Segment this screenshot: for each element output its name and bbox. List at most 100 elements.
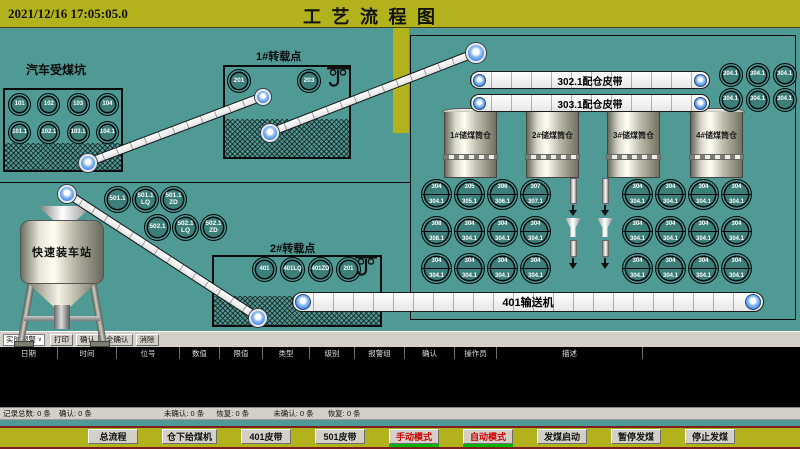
- device-circle[interactable]: 304304.1: [622, 216, 653, 247]
- device-circle[interactable]: 304304.1: [721, 253, 752, 284]
- nav-button[interactable]: 暂停发煤: [611, 429, 661, 444]
- device-circle[interactable]: 502.1ZD: [200, 214, 227, 241]
- device-circle[interactable]: 203: [297, 69, 321, 93]
- device-circle[interactable]: 304304.1: [487, 253, 518, 284]
- device-circle[interactable]: 305305.1: [454, 179, 485, 210]
- device-circle[interactable]: 102: [37, 93, 60, 116]
- device-circle[interactable]: 304304.1: [454, 253, 485, 284]
- bottom-nav-bar: 总流程 仓下给煤机 401皮带 501皮带 手动模式 自动模式 发煤启动 暂停发煤 停止发煤: [0, 426, 800, 449]
- silo-band: [606, 154, 661, 160]
- device-circle[interactable]: 304304.1: [520, 253, 551, 284]
- device-circle[interactable]: 308308.1: [421, 216, 452, 247]
- device-circle[interactable]: 401: [252, 257, 277, 282]
- device-circle[interactable]: 304.1: [773, 88, 797, 112]
- device-circle[interactable]: 101: [8, 93, 31, 116]
- device-circle[interactable]: 201: [227, 69, 251, 93]
- device-circle[interactable]: 304304.1: [655, 179, 686, 210]
- alarm-status-item: 未确认: 0 条: [164, 408, 204, 419]
- device-circle[interactable]: 304304.1: [721, 216, 752, 247]
- device-circle[interactable]: 501.1: [104, 186, 131, 213]
- transfer1-label: 1#转载点: [256, 48, 301, 64]
- alarm-table-body[interactable]: [0, 359, 800, 407]
- down-arrow-icon: [601, 263, 609, 269]
- device-circle[interactable]: 103: [67, 93, 90, 116]
- nav-button[interactable]: 501皮带: [315, 429, 365, 444]
- nav-button[interactable]: 手动模式: [389, 429, 439, 444]
- alarm-column-header: 时间: [58, 347, 117, 359]
- silo-2: 2#储煤筒仓: [526, 108, 579, 178]
- nav-button[interactable]: 停止发煤: [685, 429, 735, 444]
- station-foot: [90, 341, 110, 347]
- device-circle[interactable]: 103.1: [67, 121, 90, 144]
- pulley-icon: [473, 97, 486, 110]
- device-circle[interactable]: 304.1: [746, 63, 770, 87]
- nav-button[interactable]: 发煤启动: [537, 429, 587, 444]
- silo-label: 3#储煤筒仓: [607, 130, 660, 141]
- device-circle[interactable]: 304304.1: [688, 216, 719, 247]
- device-circle[interactable]: 304304.1: [421, 179, 452, 210]
- device-circle[interactable]: 304304.1: [622, 253, 653, 284]
- alarm-column-header: 类型: [263, 347, 310, 359]
- nav-button[interactable]: 总流程: [88, 429, 138, 444]
- device-circle[interactable]: 502.1: [144, 214, 171, 241]
- belt-401[interactable]: 401输送机: [292, 292, 764, 312]
- belt-label: 302.1配仓皮带: [557, 73, 622, 88]
- funnel-icon: [597, 218, 613, 237]
- device-circle[interactable]: 304.1: [746, 88, 770, 112]
- device-circle[interactable]: 102.1: [37, 121, 60, 144]
- alarm-status-item: 记录总数: 0 条: [3, 408, 51, 419]
- nav-button[interactable]: 仓下给煤机: [162, 429, 217, 444]
- belt-303[interactable]: 303.1配仓皮带: [470, 94, 710, 112]
- device-circle[interactable]: 401ZD: [308, 257, 333, 282]
- device-circle[interactable]: 304304.1: [520, 216, 551, 247]
- station-foot: [14, 341, 34, 347]
- feeder-grid-right: 304304.1304304.1304304.1304304.1304304.1…: [621, 176, 753, 287]
- pulley-icon: [249, 309, 267, 327]
- process-diagram: 汽车受煤坑 101102103104101.1102.1103.1104.1 1…: [0, 28, 800, 331]
- device-circle[interactable]: 304304.1: [487, 216, 518, 247]
- device-circle[interactable]: 307307.1: [520, 179, 551, 210]
- alarm-column-header: 级别: [310, 347, 355, 359]
- device-circle[interactable]: 501.1LQ: [132, 186, 159, 213]
- device-circle[interactable]: 304304.1: [421, 253, 452, 284]
- feeder-grid-left: 304304.1305305.1306306.1307307.1308308.1…: [420, 176, 552, 287]
- transfer1-device-group: 201 203: [227, 69, 321, 93]
- belt-302[interactable]: 302.1配仓皮带: [470, 71, 710, 89]
- group-502: 502.1502.1LQ502.1ZD: [144, 214, 227, 241]
- device-circle[interactable]: 304.1: [719, 63, 743, 87]
- separator-strip: [0, 419, 800, 426]
- device-circle[interactable]: 104.1: [96, 121, 119, 144]
- device-circle[interactable]: 304304.1: [721, 179, 752, 210]
- device-circle[interactable]: 104: [96, 93, 119, 116]
- belt-label: 303.1配仓皮带: [557, 96, 622, 111]
- alarm-column-header: 报警组: [355, 347, 405, 359]
- silo-1: 1#储煤筒仓: [444, 108, 497, 178]
- device-circle[interactable]: 502.1LQ: [172, 214, 199, 241]
- device-circle[interactable]: 306306.1: [487, 179, 518, 210]
- alarm-toolbar-button[interactable]: 消除: [136, 334, 159, 346]
- device-circle[interactable]: 304.1: [719, 88, 743, 112]
- device-circle[interactable]: 101.1: [8, 121, 31, 144]
- station-tank: 快速装车站: [20, 220, 104, 284]
- device-circle[interactable]: 501.1ZD: [160, 186, 187, 213]
- pulley-icon: [466, 43, 486, 63]
- device-circle[interactable]: 304304.1: [688, 253, 719, 284]
- alarm-status-item: 未确认: 0 条: [273, 408, 313, 419]
- device-circle[interactable]: 304304.1: [622, 179, 653, 210]
- active-underline: [463, 444, 513, 447]
- device-circle[interactable]: 401LQ: [280, 257, 305, 282]
- alarm-status-item: 恢复: 0 条: [328, 408, 361, 419]
- silo-body: [444, 112, 497, 178]
- pit-feeder-group: 101 102 103 104 101.1 102.1 103.1 104.1: [5, 90, 122, 146]
- device-circle[interactable]: 304304.1: [655, 216, 686, 247]
- hoist-hook-icon: [325, 63, 351, 98]
- device-circle[interactable]: 304304.1: [655, 253, 686, 284]
- alarm-status-item: 恢复: 0 条: [216, 408, 249, 419]
- nav-button[interactable]: 401皮带: [241, 429, 291, 444]
- pulley-icon: [694, 97, 707, 110]
- nav-button[interactable]: 自动模式: [463, 429, 513, 444]
- device-circle[interactable]: 304304.1: [454, 216, 485, 247]
- device-circle[interactable]: 304304.1: [688, 179, 719, 210]
- gate-group-topright: 304.1304.1304.1304.1304.1304.1: [717, 62, 798, 112]
- device-circle[interactable]: 304.1: [773, 63, 797, 87]
